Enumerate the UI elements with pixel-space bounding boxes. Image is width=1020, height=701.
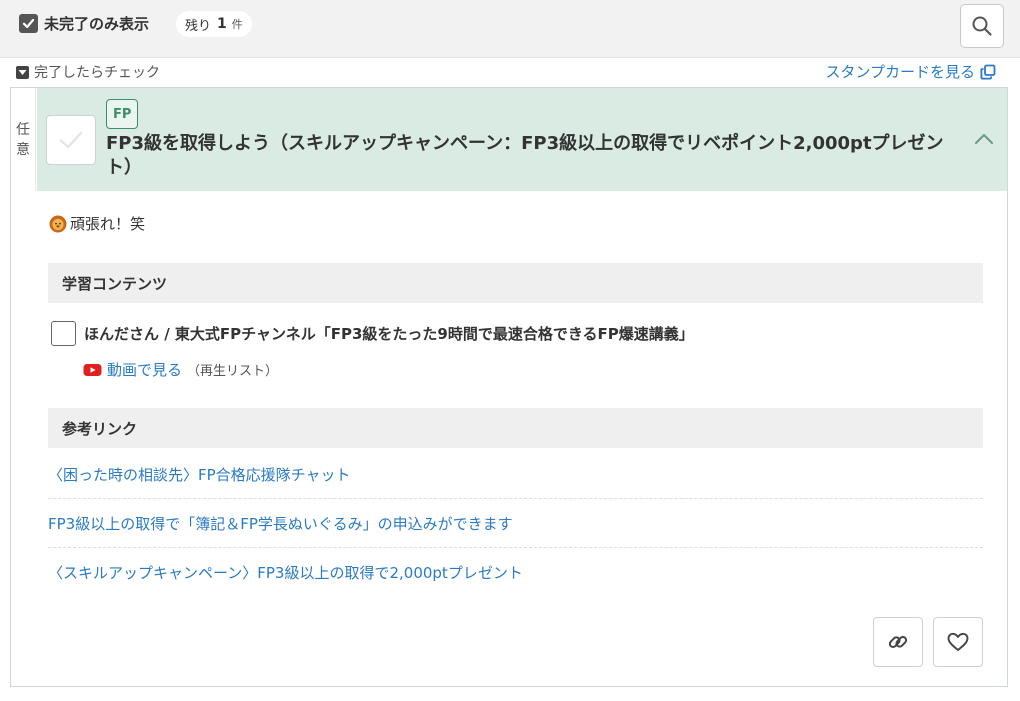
incomplete-only-label[interactable]: 未完了のみ表示 [44, 13, 149, 34]
reference-link[interactable]: 〈困った時の相談先〉FP合格応援隊チャット [48, 450, 983, 499]
playlist-note: （再生リスト） [187, 364, 279, 379]
chevron-up-icon [975, 134, 993, 144]
search-icon [972, 16, 992, 36]
remaining-unit: 件 [231, 18, 243, 31]
remaining-count: 1 [217, 16, 227, 32]
link-icon [888, 635, 908, 649]
task-memo: 頑張れ！笑 [49, 213, 145, 234]
reference-link-list: 〈困った時の相談先〉FP合格応援隊チャット FP3級以上の取得で「簿記＆FP学長… [48, 450, 983, 597]
video-row: 動画で見る （再生リスト） [83, 359, 278, 380]
collapse-button[interactable] [971, 126, 997, 152]
watch-video-link[interactable]: 動画で見る [107, 359, 182, 380]
reference-link[interactable]: FP3級以上の取得で「簿記＆FP学長ぬいぐるみ」の申込みができます [48, 499, 983, 548]
incomplete-only-checkbox[interactable] [19, 14, 38, 33]
reference-link[interactable]: 〈スキルアップキャンペーン〉FP3級以上の取得で2,000ptプレゼント [48, 548, 983, 597]
youtube-icon [83, 363, 102, 376]
task-title: FP3級を取得しよう（スキルアップキャンペーン：FP3級以上の取得でリベポイント… [106, 133, 944, 178]
complete-hint-label: 完了したらチェック [34, 65, 160, 81]
learning-content-heading: 学習コンテンツ [48, 263, 983, 303]
task-card: 任 意 FP FP3級を取得しよう（スキルアップキャンペーン：FP3級以上の取得… [10, 87, 1008, 687]
task-header-main: FP FP3級を取得しよう（スキルアップキャンペーン：FP3級以上の取得でリベポ… [37, 88, 1007, 191]
copy-link-button[interactable] [873, 617, 923, 667]
learning-item-title: ほんださん / 東大式FPチャンネル「FP3級をたった9時間で最速合格できるFP… [84, 325, 694, 343]
search-button[interactable] [960, 4, 1004, 48]
task-header: 任 意 FP FP3級を取得しよう（スキルアップキャンペーン：FP3級以上の取得… [11, 88, 1007, 191]
remaining-count-badge: 残り 1 件 [176, 11, 252, 37]
optional-label-char-2: 意 [16, 142, 30, 158]
stamp-card-link[interactable]: スタンプカードを見る [825, 61, 996, 82]
external-window-icon [980, 64, 996, 79]
category-tag: FP [106, 99, 139, 129]
complete-hint: 完了したらチェック [16, 62, 160, 82]
checkmark-icon [22, 18, 35, 29]
optional-label-char-1: 任 [16, 122, 30, 138]
stamp-card-label[interactable]: スタンプカードを見る [825, 61, 975, 82]
caret-down-icon [16, 65, 29, 79]
task-memo-text: 頑張れ！笑 [70, 215, 146, 233]
task-complete-checkbox[interactable] [46, 115, 96, 165]
lion-emoji-icon [49, 215, 67, 232]
learning-item-checkbox[interactable] [51, 321, 76, 346]
favorite-button[interactable] [933, 617, 983, 667]
reference-links-heading: 参考リンク [48, 408, 983, 448]
heart-icon [947, 632, 969, 651]
checkmark-icon [59, 131, 83, 149]
learning-content-item: ほんださん / 東大式FPチャンネル「FP3級をたった9時間で最速合格できるFP… [51, 321, 694, 346]
filter-bar: 未完了のみ表示 残り 1 件 [0, 0, 1020, 58]
remaining-prefix: 残り [185, 18, 212, 34]
optional-label: 任 意 [11, 88, 36, 191]
